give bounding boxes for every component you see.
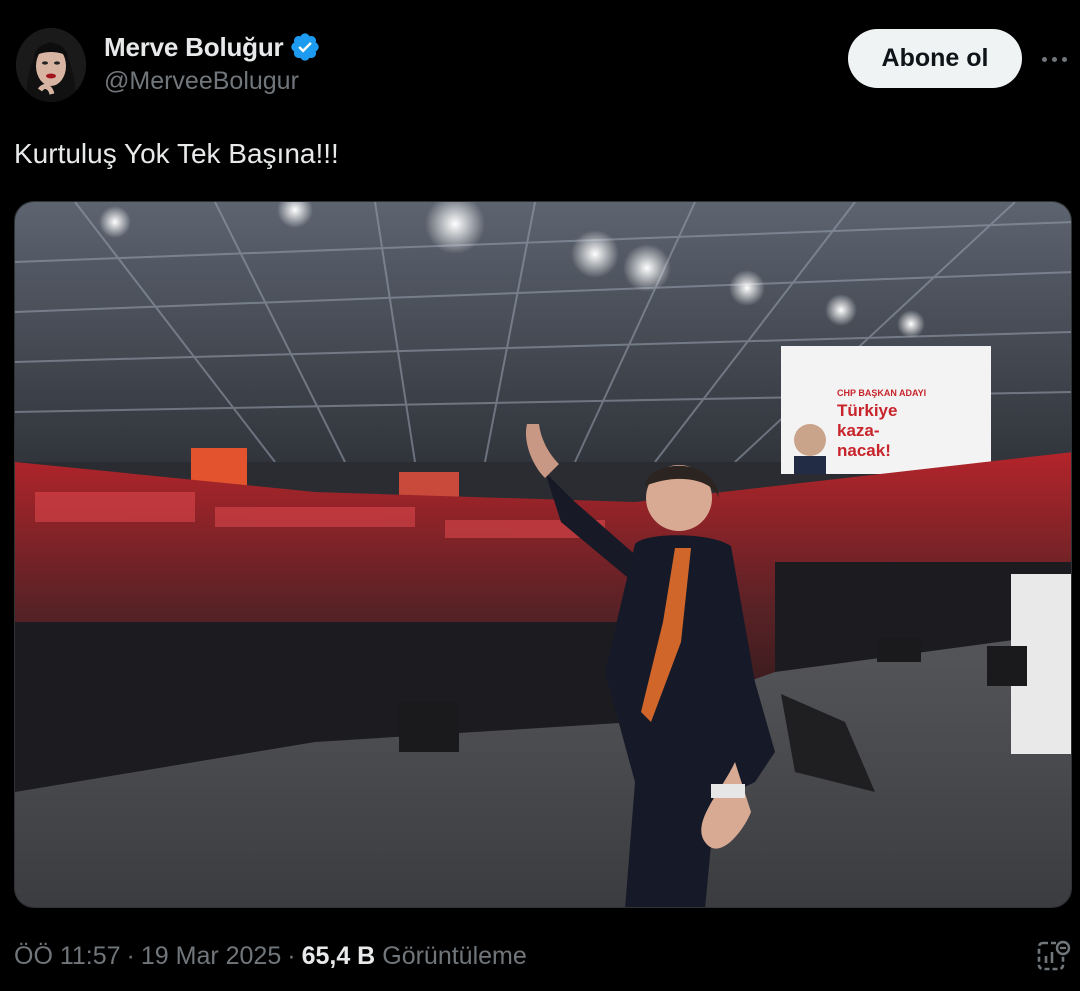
name-row: Merve Boluğur	[104, 30, 321, 64]
handle[interactable]: @MerveeBolugur	[104, 67, 321, 96]
banner-line-3: kaza-	[837, 421, 880, 440]
banner-line-4: nacak!	[837, 441, 891, 460]
tweet-photo[interactable]: CHP BAŞKAN ADAYI Türkiye kaza- nacak!	[14, 201, 1072, 908]
tweet-time[interactable]: ÖÖ 11:57	[14, 942, 121, 971]
avatar[interactable]	[16, 28, 86, 102]
views-label: Görüntüleme	[382, 942, 527, 970]
display-name[interactable]: Merve Boluğur	[104, 32, 284, 63]
banner-line-2: Türkiye	[837, 401, 897, 420]
more-options-icon[interactable]	[1036, 45, 1072, 73]
meta-separator: ·	[126, 942, 135, 970]
verified-badge-icon[interactable]	[289, 31, 321, 63]
author-block: Merve Boluğur @MerveeBolugur	[104, 30, 321, 96]
tweet: Merve Boluğur @MerveeBolugur Abone ol Ku…	[0, 0, 1080, 991]
tweet-text: Kurtuluş Yok Tek Başına!!!	[14, 138, 339, 169]
analytics-icon[interactable]	[1036, 938, 1072, 974]
views-count: 65,4 B	[301, 942, 376, 970]
banner-line-1: CHP BAŞKAN ADAYI	[837, 388, 926, 398]
meta-separator: ·	[287, 942, 296, 970]
tweet-meta: ÖÖ 11:57 · 19 Mar 2025 · 65,4 B Görüntül…	[14, 942, 527, 971]
follow-button[interactable]: Abone ol	[848, 29, 1022, 88]
tweet-date[interactable]: 19 Mar 2025	[141, 942, 281, 971]
